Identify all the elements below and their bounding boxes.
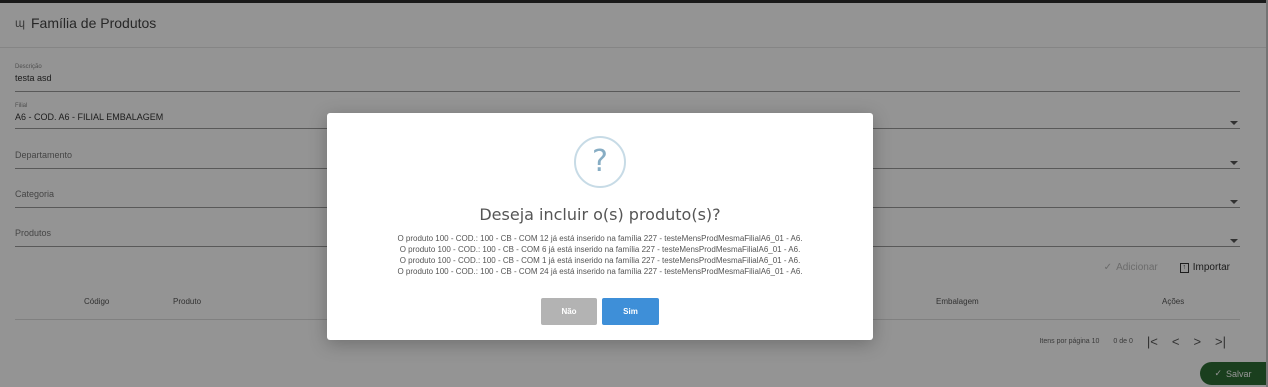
dialog-message-line: O produto 100 - COD.: 100 - CB - COM 12 … xyxy=(397,234,803,243)
question-icon: ? xyxy=(574,136,626,188)
dialog-buttons: Não Sim xyxy=(327,298,873,325)
no-button[interactable]: Não xyxy=(541,298,597,325)
dialog-title: Deseja incluir o(s) produto(s)? xyxy=(479,205,721,224)
dialog-message: O produto 100 - COD.: 100 - CB - COM 12 … xyxy=(327,233,873,277)
dialog-message-line: O produto 100 - COD.: 100 - CB - COM 1 j… xyxy=(399,256,801,265)
yes-button[interactable]: Sim xyxy=(602,298,659,325)
confirm-dialog: ? Deseja incluir o(s) produto(s)? O prod… xyxy=(327,113,873,340)
dialog-message-line: O produto 100 - COD.: 100 - CB - COM 24 … xyxy=(397,267,803,276)
dialog-message-line: O produto 100 - COD.: 100 - CB - COM 6 j… xyxy=(399,245,801,254)
